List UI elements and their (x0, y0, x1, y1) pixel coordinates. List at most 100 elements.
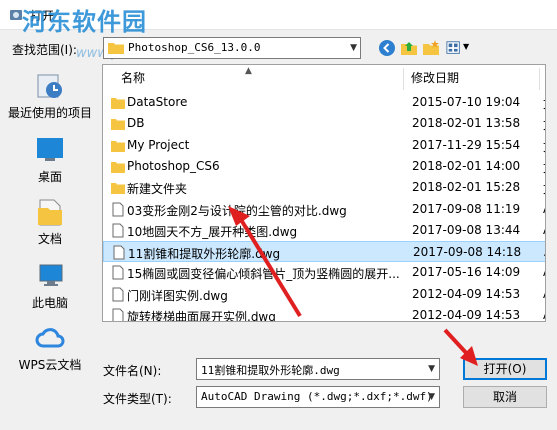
file-date: 2012-04-09 14:53 (412, 308, 521, 322)
file-name: 旋转楼梯曲面展开实例.dwg (127, 310, 276, 322)
file-date: 2017-11-29 15:54 (412, 137, 521, 152)
file-type-cell: 文 (543, 180, 545, 197)
document-icon (112, 308, 124, 321)
place-wps-cloud[interactable]: WPS云文档 (4, 320, 96, 376)
new-folder-icon (423, 40, 439, 55)
recent-items-icon (37, 74, 62, 98)
new-folder-button[interactable] (420, 38, 442, 58)
filetype-select[interactable]: AutoCAD Drawing (*.dwg;*.dxf;*.dwf) ▼ (196, 386, 440, 408)
chevron-down-icon[interactable]: ▼ (350, 43, 357, 53)
filename-label: 文件名(N): (103, 364, 162, 378)
file-row[interactable]: 03变形金刚2与设计院的尘管的对比.dwg 2017-09-08 11:19 A (103, 199, 545, 220)
file-name: 03变形金刚2与设计院的尘管的对比.dwg (127, 203, 347, 218)
vertical-scrollbar[interactable] (547, 64, 556, 322)
file-name: 门刚详图实例.dwg (127, 288, 228, 303)
document-icon (112, 202, 124, 216)
folder-icon (111, 98, 125, 109)
folder-icon (108, 43, 124, 54)
cancel-button[interactable]: 取消 (463, 386, 547, 408)
file-row[interactable]: 15椭圆或圆变径偏心倾斜管片_顶为竖椭圆的展开... 2017-05-16 14:… (103, 262, 545, 283)
folder-icon (111, 161, 125, 173)
file-list[interactable]: 名称 修改日期 DataStore 2015-07-10 19:04 文 DB 2018… (102, 64, 546, 322)
place-label: 最近使用的项目 (7, 106, 92, 120)
filename-field[interactable]: 11割锥和提取外形轮廓.dwg ▼ (196, 358, 440, 380)
back-button[interactable] (376, 38, 398, 58)
file-type-cell: A (543, 308, 545, 321)
file-type-cell: A (543, 287, 545, 301)
watermark-logo: 河东软件园 (22, 8, 147, 36)
folder-row[interactable]: 新建文件夹 2018-02-01 15:28 文 (103, 177, 545, 198)
open-button[interactable]: 打开(O) (463, 358, 547, 380)
places-bar: 最近使用的项目 桌面 文档 此电脑 WPS云文档 (4, 66, 96, 396)
file-date: 2017-09-08 13:44 (412, 222, 521, 237)
file-date: 2017-09-08 11:19 (412, 201, 521, 216)
folder-icon (111, 119, 125, 131)
file-date: 2018-02-01 13:58 (412, 116, 521, 131)
document-icon (112, 265, 124, 280)
file-type-cell: A (543, 265, 545, 279)
documents-icon (38, 199, 62, 226)
place-desktop[interactable]: 桌面 (4, 132, 96, 188)
view-menu-button[interactable]: ▼ (444, 38, 472, 58)
folder-row[interactable]: DB 2018-02-01 13:58 文 (103, 113, 545, 134)
view-grid-icon (446, 41, 460, 54)
column-divider[interactable] (403, 68, 404, 90)
file-name: DataStore (127, 95, 188, 109)
file-name: Photoshop_CS6 (127, 158, 220, 173)
look-in-value: Photoshop_CS6_13.0.0 (128, 41, 261, 54)
chevron-down-icon[interactable]: ▼ (428, 392, 435, 402)
up-folder-icon (401, 42, 417, 55)
file-row[interactable]: 门刚详图实例.dwg 2012-04-09 14:53 A (103, 284, 545, 305)
filetype-value: AutoCAD Drawing (*.dwg;*.dxf;*.dwf) (201, 390, 433, 403)
chevron-down-icon[interactable]: ▼ (428, 364, 435, 374)
file-name: 新建文件夹 (127, 182, 188, 197)
file-name: 10地圆天不方_展开种类图.dwg (127, 224, 298, 239)
place-label: 文档 (37, 232, 62, 246)
document-icon (112, 287, 124, 302)
column-header-name[interactable]: 名称 (121, 69, 145, 91)
look-in-combo[interactable]: Photoshop_CS6_13.0.0 ▼ (103, 37, 361, 59)
document-icon (113, 245, 125, 260)
file-date: 2017-05-16 14:09 (412, 265, 521, 280)
up-folder-button[interactable] (398, 38, 420, 58)
file-type-cell: A (543, 202, 545, 216)
file-type-cell: 文 (543, 116, 545, 133)
look-in-label: 查找范围(I): (12, 43, 77, 57)
folder-icon (111, 140, 125, 152)
file-name: My Project (127, 137, 190, 152)
chevron-down-icon: ▼ (463, 42, 470, 51)
file-type-cell: A (543, 223, 545, 237)
file-date: 2018-02-01 15:28 (412, 180, 521, 195)
file-row[interactable]: 旋转楼梯曲面展开实例.dwg 2012-04-09 14:53 A (103, 305, 545, 322)
back-arrow-icon (379, 40, 395, 56)
place-label: 此电脑 (31, 296, 68, 310)
place-this-pc[interactable]: 此电脑 (4, 258, 96, 314)
folder-row[interactable]: DataStore 2015-07-10 19:04 文 (103, 92, 545, 113)
scroll-up-icon[interactable]: ▲ (245, 66, 252, 76)
file-type-cell: 文 (543, 159, 545, 176)
file-row[interactable]: 10地圆天不方_展开种类图.dwg 2017-09-08 13:44 A (103, 220, 545, 241)
place-label: 桌面 (37, 170, 62, 184)
filetype-label: 文件类型(T): (103, 392, 172, 406)
place-label: WPS云文档 (18, 358, 82, 372)
folder-row[interactable]: Photoshop_CS6 2018-02-01 14:00 文 (103, 156, 545, 177)
file-name: 15椭圆或圆变径偏心倾斜管片_顶为竖椭圆的展开... (127, 267, 400, 282)
file-date: 2015-07-10 19:04 (412, 95, 521, 109)
document-icon (112, 223, 124, 238)
file-row[interactable]: 11割锥和提取外形轮廓.dwg 2017-09-08 14:18 A (103, 241, 545, 263)
file-date: 2017-09-08 14:18 (413, 245, 522, 260)
folder-row[interactable]: My Project 2017-11-29 15:54 文 (103, 135, 545, 156)
column-divider[interactable] (539, 68, 540, 90)
file-name: DB (127, 116, 145, 131)
wps-cloud-icon (35, 328, 65, 348)
file-type-cell: 文 (543, 95, 545, 112)
file-name: 11割锥和提取外形轮廓.dwg (128, 247, 281, 262)
filename-value: 11割锥和提取外形轮廓.dwg (201, 364, 340, 377)
file-type-cell: 文 (543, 138, 545, 155)
place-documents[interactable]: 文档 (4, 194, 96, 250)
file-date: 2012-04-09 14:53 (412, 286, 521, 301)
this-pc-icon (39, 264, 63, 286)
column-header-date[interactable]: 修改日期 (411, 69, 459, 91)
place-recent[interactable]: 最近使用的项目 (4, 68, 96, 124)
file-date: 2018-02-01 14:00 (412, 158, 521, 173)
